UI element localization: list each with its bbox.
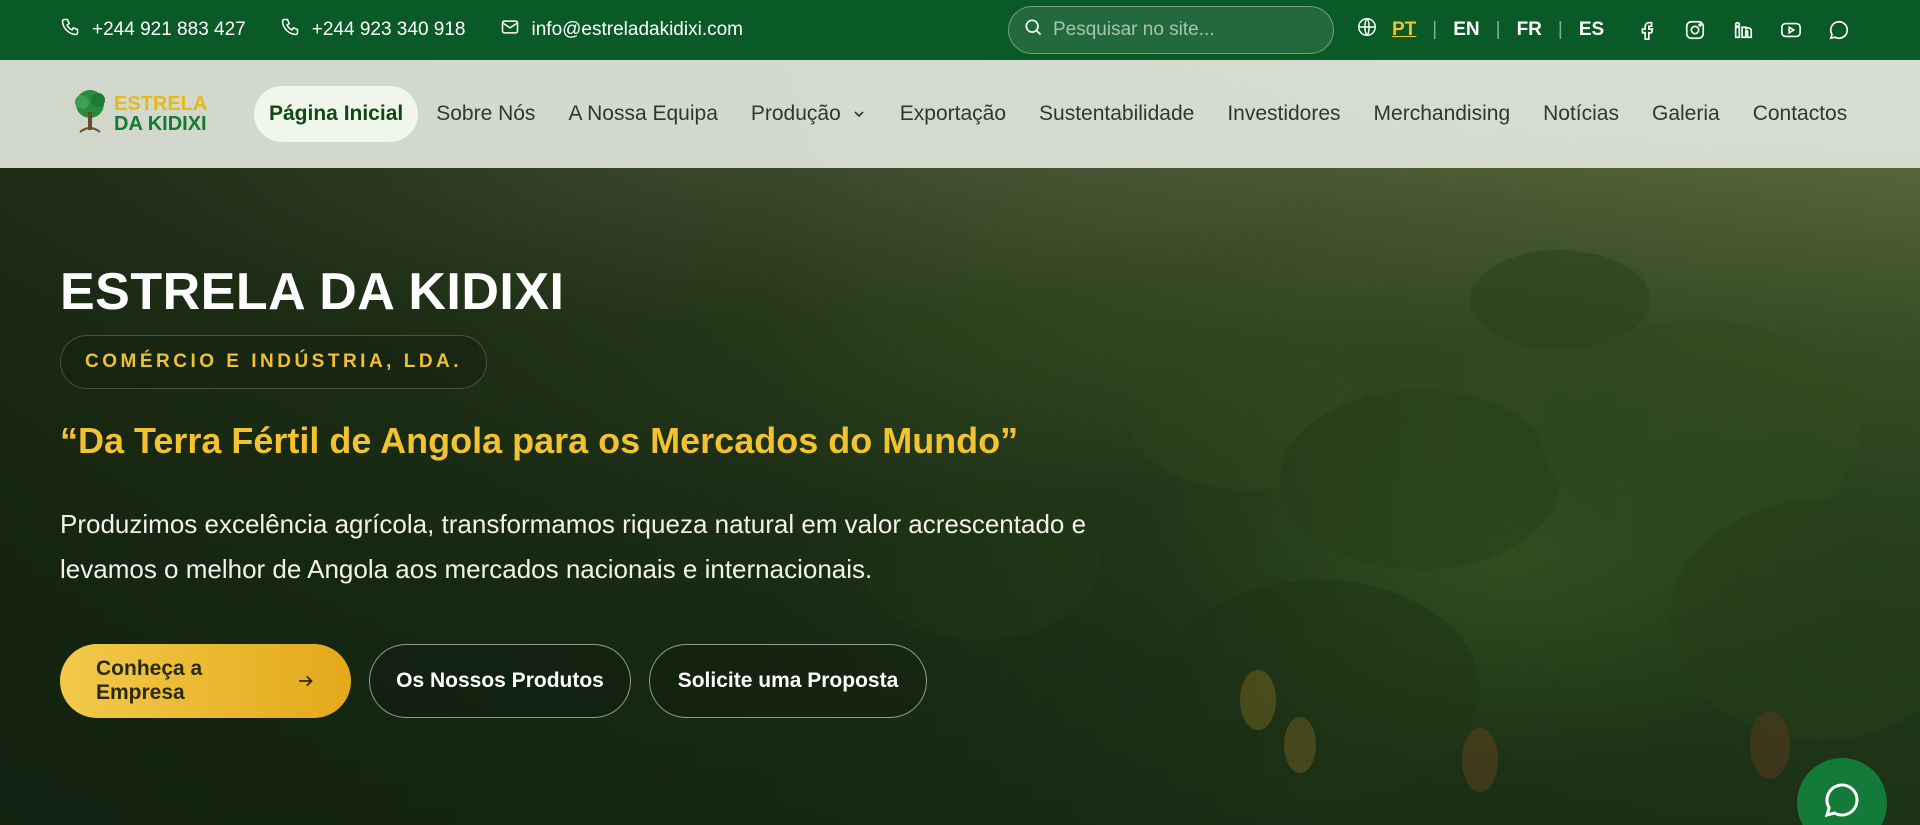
- nav-item-contactos[interactable]: Contactos: [1738, 86, 1863, 142]
- facebook-icon[interactable]: [1636, 19, 1658, 41]
- main-navbar: ESTRELA DA KIDIXI Página Inicial Sobre N…: [0, 60, 1920, 168]
- nav-item-investidores[interactable]: Investidores: [1212, 86, 1355, 142]
- nav-item-label: Produção: [750, 102, 841, 125]
- chat-icon: [1822, 780, 1862, 825]
- hero-badge: COMÉRCIO E INDÚSTRIA, LDA.: [60, 335, 488, 389]
- nav-item-pagina-inicial[interactable]: Página Inicial: [254, 86, 419, 142]
- primary-navigation: Página Inicial Sobre Nós A Nossa Equipa …: [254, 86, 1865, 142]
- language-es[interactable]: ES: [1579, 19, 1604, 41]
- nav-item-sobre-nos[interactable]: Sobre Nós: [421, 86, 550, 142]
- button-label: Conheça a Empresa: [96, 657, 203, 704]
- phone-icon: [60, 17, 80, 43]
- solicite-proposta-button[interactable]: Solicite uma Proposta: [649, 644, 927, 718]
- search-icon: [1023, 17, 1043, 43]
- hero-title: ESTRELA DA KIDIXI: [60, 263, 565, 321]
- hero-tagline: “Da Terra Fértil de Angola para os Merca…: [60, 420, 1019, 461]
- arrow-right-icon: [299, 675, 314, 687]
- top-contact-bar: +244 921 883 427 +244 923 340 918 info@e…: [0, 0, 1920, 60]
- phone-icon: [280, 17, 300, 43]
- nossos-produtos-button[interactable]: Os Nossos Produtos: [369, 644, 631, 718]
- language-pt[interactable]: PT: [1392, 19, 1416, 41]
- nav-item-noticias[interactable]: Notícias: [1528, 86, 1634, 142]
- nav-item-exportacao[interactable]: Exportação: [885, 86, 1021, 142]
- site-logo[interactable]: ESTRELA DA KIDIXI: [70, 88, 210, 140]
- language-separator: |: [1557, 19, 1563, 40]
- language-separator: |: [1432, 19, 1438, 40]
- linkedin-icon[interactable]: [1732, 19, 1754, 41]
- logo-line-1: ESTRELA: [114, 93, 208, 115]
- site-search: [1008, 6, 1334, 54]
- nav-item-merchandising[interactable]: Merchandising: [1359, 86, 1526, 142]
- phone-number-1: +244 921 883 427: [92, 19, 246, 40]
- language-separator: |: [1495, 19, 1501, 40]
- email-contact[interactable]: info@estreladakidixi.com: [500, 17, 744, 43]
- language-en[interactable]: EN: [1453, 19, 1479, 41]
- email-address: info@estreladakidixi.com: [531, 19, 744, 40]
- nav-item-producao[interactable]: Produção: [736, 86, 882, 142]
- search-input[interactable]: [1053, 19, 1313, 41]
- nav-item-a-nossa-equipa[interactable]: A Nossa Equipa: [553, 86, 732, 142]
- youtube-icon[interactable]: [1780, 19, 1802, 41]
- globe-icon: [1356, 16, 1392, 44]
- conheca-empresa-button[interactable]: Conheça a Empresa: [60, 644, 351, 718]
- phone-number-2: +244 923 340 918: [311, 19, 466, 40]
- language-switcher: PT | EN | FR | ES: [1356, 0, 1604, 60]
- logo-wordmark: ESTRELA DA KIDIXI: [114, 94, 207, 134]
- language-fr[interactable]: FR: [1517, 19, 1542, 41]
- tree-logo-icon: [75, 90, 105, 133]
- chat-icon[interactable]: [1828, 19, 1850, 41]
- social-links: [1636, 0, 1850, 60]
- mail-icon: [500, 17, 520, 43]
- phone-contact-2[interactable]: +244 923 340 918: [280, 17, 466, 43]
- hero-description: Produzimos excelência agrícola, transfor…: [60, 509, 1087, 584]
- nav-item-galeria[interactable]: Galeria: [1637, 86, 1735, 142]
- phone-contact-1[interactable]: +244 921 883 427: [60, 17, 246, 43]
- nav-item-sustentabilidade[interactable]: Sustentabilidade: [1024, 86, 1209, 142]
- instagram-icon[interactable]: [1684, 19, 1706, 41]
- logo-line-2: DA KIDIXI: [114, 113, 207, 135]
- chevron-down-icon: [854, 111, 864, 118]
